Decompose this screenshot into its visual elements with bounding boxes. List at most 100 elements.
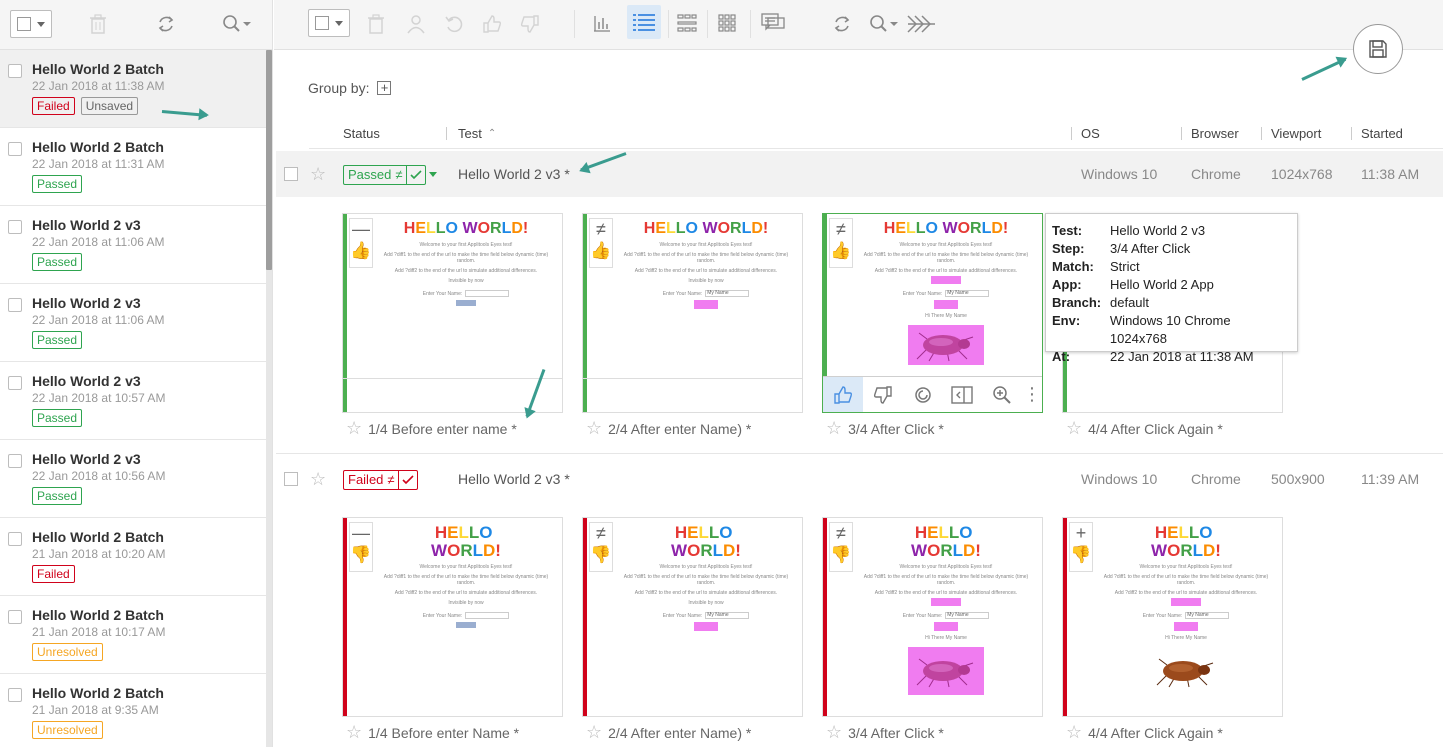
step-label[interactable]: ☆ 3/4 After Click * [826,418,944,439]
search-tests-icon[interactable] [868,12,900,36]
select-all-batches-dropdown[interactable] [10,10,52,38]
star-icon[interactable]: ☆ [1066,418,1082,439]
step-label[interactable]: ☆ 2/4 After enter Name) * [586,418,751,439]
save-baseline-button[interactable] [1353,24,1403,74]
assign-user-icon[interactable] [404,12,428,36]
preview-name-input [465,290,510,297]
compare-icon[interactable] [942,377,982,413]
details-view-icon[interactable] [674,10,700,36]
test-row[interactable]: ☆ Passed ≠ Hello World 2 v3 * Windows 10 C… [276,151,1443,197]
step-label[interactable]: ☆ 3/4 After Click * [826,722,944,743]
step-thumbnail[interactable]: ≠ 👎 HELLO WORLD! Welcome to your first A… [822,517,1043,717]
accept-check-icon[interactable] [405,166,425,184]
step-thumbnail[interactable]: ≠ 👍 HELLO WORLD! Welcome to your first A… [582,213,803,413]
thumbs-up-icon[interactable] [480,12,504,36]
preview-date-line: Invisible by now [688,600,724,606]
batch-list-item[interactable]: Hello World 2 v3 22 Jan 2018 at 10:57 AM P… [0,362,266,440]
expand-all-icon[interactable] [906,12,938,36]
star-icon[interactable]: ☆ [826,722,842,743]
step-thumbnail[interactable]: — 👎 HELLO WORLD! Welcome to your first A… [342,517,563,717]
diff-indicator: ≠ 👎 [589,522,613,572]
star-icon[interactable]: ☆ [826,418,842,439]
batch-checkbox[interactable] [8,454,22,468]
test-status-badge[interactable]: Passed ≠ [343,165,426,185]
trash-icon[interactable] [86,12,110,36]
batch-date: 21 Jan 2018 at 10:17 AM [32,625,166,639]
tooltip-row: Branch: default [1052,294,1291,312]
batch-list-item[interactable]: Hello World 2 v3 22 Jan 2018 at 11:06 AM P… [0,206,266,284]
preview-greeting: Hi There My Name [925,313,967,319]
column-header-browser[interactable]: Browser [1191,126,1239,141]
star-icon[interactable]: ☆ [310,469,326,490]
accept-check-icon[interactable] [397,471,417,489]
step-thumbnail[interactable]: ≠ 👍 HELLO WORLD! Welcome to your first A… [822,213,1043,413]
batch-list-item[interactable]: Hello World 2 Batch 21 Jan 2018 at 10:20 … [0,518,266,596]
column-header-started[interactable]: Started [1361,126,1403,141]
preview-form: Enter Your Name: My Name [1098,612,1274,619]
column-header-status[interactable]: Status [343,126,380,141]
batch-checkbox[interactable] [8,142,22,156]
step-label[interactable]: ☆ 4/4 After Click Again * [1066,722,1223,743]
star-icon[interactable]: ☆ [310,164,326,185]
thumbs-down-icon[interactable] [518,12,542,36]
star-icon[interactable]: ☆ [346,722,362,743]
select-all-tests-dropdown[interactable] [308,9,350,37]
batch-list-item[interactable]: Hello World 2 Batch 22 Jan 2018 at 11:31 … [0,128,266,206]
preview-form: Enter Your Name: [378,612,554,619]
search-dropdown-icon[interactable] [220,12,254,36]
undo-icon[interactable] [442,12,466,36]
star-icon[interactable]: ☆ [586,722,602,743]
refresh-icon[interactable] [154,12,178,36]
zoom-in-icon[interactable] [982,377,1022,413]
batch-checkbox[interactable] [8,220,22,234]
test-status-badge[interactable]: Failed ≠ [343,470,418,490]
delete-icon[interactable] [364,12,388,36]
column-header-os[interactable]: OS [1081,126,1100,141]
batch-checkbox[interactable] [8,610,22,624]
test-name[interactable]: Hello World 2 v3 * [458,166,570,182]
batch-list-item[interactable]: Hello World 2 Batch 22 Jan 2018 at 11:38 … [0,50,266,128]
batch-checkbox[interactable] [8,298,22,312]
step-label[interactable]: ☆ 1/4 Before enter Name * [346,722,519,743]
star-icon[interactable]: ☆ [346,418,362,439]
step-label[interactable]: ☆ 2/4 After enter Name) * [586,722,751,743]
step-label[interactable]: ☆ 4/4 After Click Again * [1066,418,1223,439]
comments-icon[interactable] [759,10,787,36]
preview-intro-text: Welcome to your first Applitools Eyes te… [899,242,993,248]
status-dropdown-caret[interactable] [429,172,437,177]
preview-line-1: Add ?diff1 to the end of the url to make… [383,574,549,586]
batch-checkbox[interactable] [8,688,22,702]
test-checkbox[interactable] [284,472,298,486]
star-icon[interactable]: ☆ [1066,722,1082,743]
sidebar-scrollbar-thumb[interactable] [266,50,272,270]
diff-indicator: — 👍 [349,218,373,268]
batch-list-item[interactable]: Hello World 2 Batch 21 Jan 2018 at 9:35 A… [0,674,266,747]
step-thumbnail[interactable]: — 👍 HELLO WORLD! Welcome to your first A… [342,213,563,413]
batch-list-item[interactable]: Hello World 2 Batch 21 Jan 2018 at 10:17 … [0,596,266,674]
batch-list-item[interactable]: Hello World 2 v3 22 Jan 2018 at 11:06 AM P… [0,284,266,362]
step-thumbnail[interactable]: + 👎 HELLO WORLD! Welcome to your first A… [1062,517,1283,717]
batch-checkbox[interactable] [8,376,22,390]
more-options-icon[interactable]: ⋮ [1022,377,1042,413]
column-header-test[interactable]: Test ⌃ [458,126,496,141]
thumbs-up-icon[interactable] [823,376,863,412]
test-checkbox[interactable] [284,167,298,181]
refresh-results-icon[interactable] [830,12,854,36]
grid-view-icon[interactable] [714,10,740,36]
batch-list-item[interactable]: Hello World 2 v3 22 Jan 2018 at 10:56 AM P… [0,440,266,518]
batch-checkbox[interactable] [8,532,22,546]
test-started: 11:39 AM [1361,471,1420,487]
list-view-icon[interactable] [627,5,661,39]
reset-step-icon[interactable] [903,377,943,413]
test-row[interactable]: ☆ Failed ≠ Hello World 2 v3 * Windows 10 C… [276,456,1443,502]
add-group-icon[interactable]: + [377,81,392,95]
step-thumbnail[interactable]: ≠ 👎 HELLO WORLD! Welcome to your first A… [582,517,803,717]
step-label[interactable]: ☆ 1/4 Before enter name * [346,418,517,439]
thumbs-down-icon: 👎 [590,545,612,564]
batch-checkbox[interactable] [8,64,22,78]
column-header-viewport[interactable]: Viewport [1271,126,1321,141]
chart-view-icon[interactable] [588,10,616,36]
star-icon[interactable]: ☆ [586,418,602,439]
thumbs-down-icon[interactable] [863,377,903,413]
test-name[interactable]: Hello World 2 v3 * [458,471,570,487]
